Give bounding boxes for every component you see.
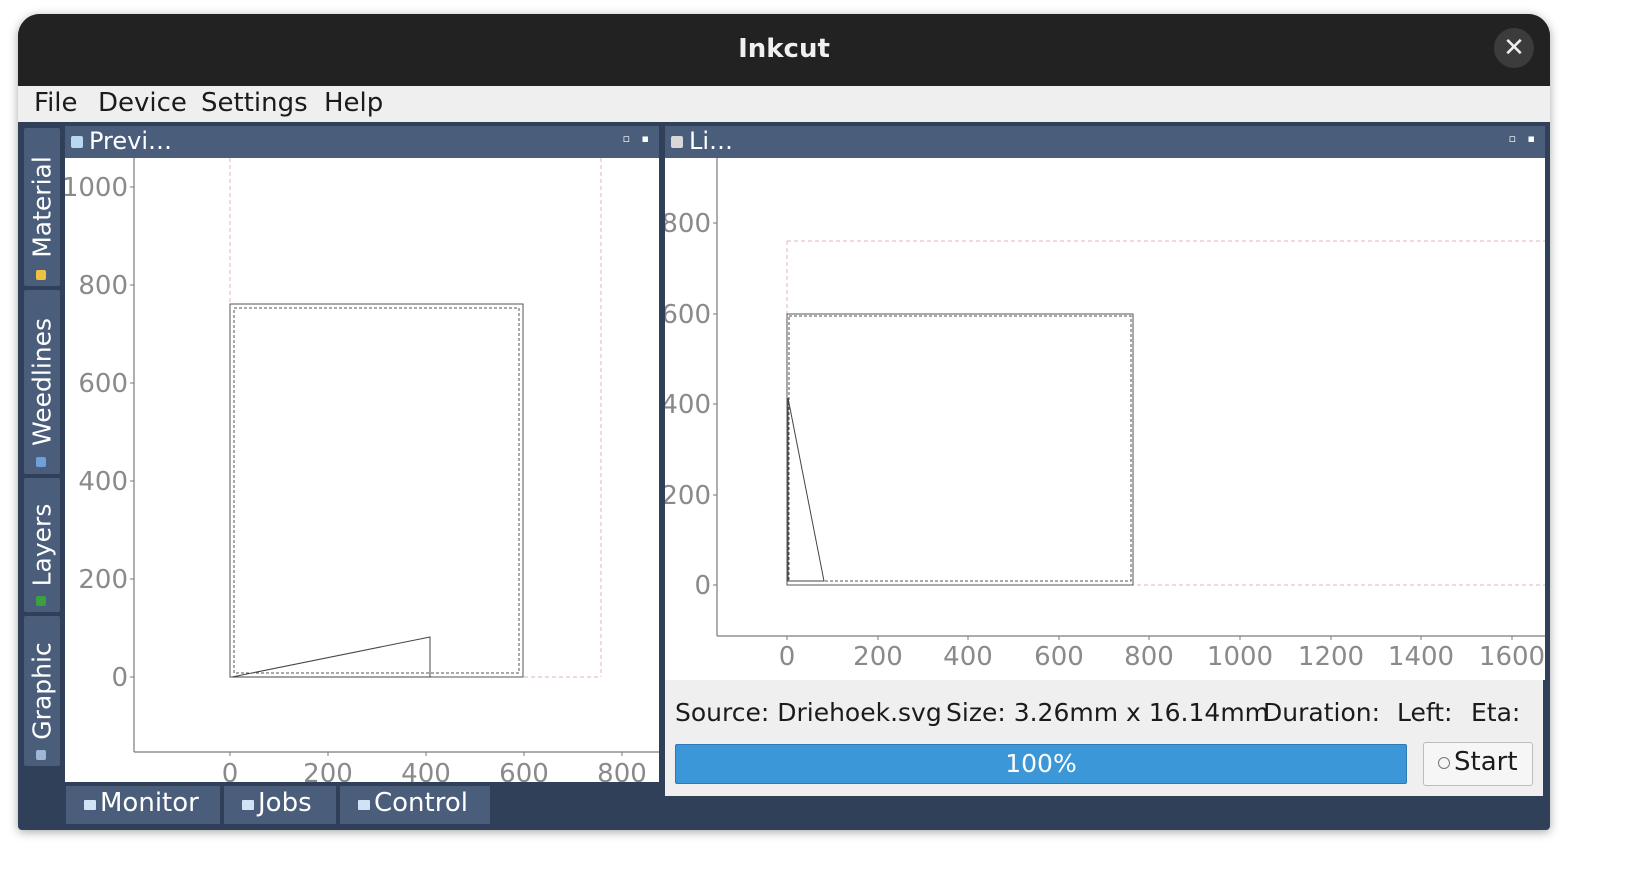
progress-row: 100% Start bbox=[665, 728, 1543, 796]
tab-graphic[interactable]: Graphic bbox=[24, 616, 60, 766]
tab-layers[interactable]: Layers bbox=[24, 478, 60, 612]
live-x-tick: 1400 bbox=[1388, 642, 1454, 672]
jobs-icon bbox=[242, 800, 254, 810]
live-x-tick: 1000 bbox=[1207, 642, 1273, 672]
status-left: Left: bbox=[1397, 698, 1453, 727]
preview-x-tick: 0 bbox=[222, 759, 239, 782]
tab-material-label: Material bbox=[27, 156, 57, 258]
tab-weedlines[interactable]: Weedlines bbox=[24, 290, 60, 474]
live-y-tick: 400 bbox=[665, 390, 711, 420]
tab-jobs[interactable]: Jobs bbox=[224, 786, 336, 824]
weedlines-icon bbox=[36, 457, 46, 467]
layers-icon bbox=[36, 596, 46, 606]
title-bar: Inkcut ✕ bbox=[18, 14, 1550, 86]
live-y-tick: 600 bbox=[665, 300, 711, 330]
tab-material[interactable]: Material bbox=[24, 128, 60, 286]
tab-monitor[interactable]: Monitor bbox=[66, 786, 220, 824]
job-status-bar: Source: Driehoek.svg Size: 3.26mm x 16.1… bbox=[665, 680, 1543, 728]
start-button-label: Start bbox=[1454, 747, 1518, 777]
tab-control-label: Control bbox=[374, 788, 468, 818]
live-y-tick: 0 bbox=[694, 571, 711, 601]
menu-file[interactable]: File bbox=[34, 88, 78, 118]
menu-device[interactable]: Device bbox=[98, 88, 187, 118]
tab-weedlines-label: Weedlines bbox=[27, 317, 57, 447]
preview-x-tick: 600 bbox=[499, 759, 549, 782]
live-y-tick: 800 bbox=[665, 209, 711, 239]
side-tab-bar: Material Weedlines Layers Graphic bbox=[24, 128, 61, 768]
status-size: Size: 3.26mm x 16.14mm bbox=[946, 698, 1270, 727]
live-dock: Li… ▫ ▪ 800 600 400 200 0 0 200 400 600 … bbox=[665, 126, 1545, 680]
job-bounds bbox=[229, 303, 524, 678]
close-button[interactable]: ✕ bbox=[1494, 28, 1534, 68]
menu-help[interactable]: Help bbox=[324, 88, 383, 118]
material-icon bbox=[36, 270, 46, 280]
live-x-tick: 800 bbox=[1124, 642, 1174, 672]
live-x-tick: 0 bbox=[779, 642, 796, 672]
preview-x-tick: 400 bbox=[401, 759, 451, 782]
preview-x-tick: 800 bbox=[597, 759, 647, 782]
preview-y-tick: 800 bbox=[78, 271, 128, 301]
preview-plot[interactable]: 1000 800 600 400 200 0 0 200 400 600 800 bbox=[65, 158, 659, 782]
live-x-tick: 400 bbox=[943, 642, 993, 672]
app-window: Inkcut ✕ File Device Settings Help Mater… bbox=[18, 14, 1550, 830]
preview-dock-titlebar[interactable]: Previ… ▫ ▪ bbox=[65, 126, 659, 158]
status-eta: Eta: bbox=[1471, 698, 1521, 727]
preview-dock: Previ… ▫ ▪ 1000 800 600 400 200 0 0 200 bbox=[65, 126, 659, 782]
dock-float-close-buttons[interactable]: ▫ ▪ bbox=[1509, 132, 1539, 145]
live-dock-title: Li… bbox=[689, 127, 734, 155]
status-source: Source: Driehoek.svg bbox=[675, 698, 942, 727]
preview-y-tick: 1000 bbox=[65, 173, 128, 203]
status-duration: Duration: bbox=[1263, 698, 1381, 727]
preview-y-tick: 600 bbox=[78, 369, 128, 399]
job-bounds-dashed bbox=[233, 307, 520, 674]
live-x-tick: 1200 bbox=[1298, 642, 1364, 672]
preview-icon bbox=[71, 136, 83, 148]
preview-x-tick: 200 bbox=[303, 759, 353, 782]
preview-dock-title: Previ… bbox=[89, 127, 173, 155]
preview-y-tick: 400 bbox=[78, 467, 128, 497]
window-title: Inkcut bbox=[738, 34, 830, 64]
triangle-shape bbox=[787, 397, 825, 582]
menu-settings[interactable]: Settings bbox=[201, 88, 308, 118]
preview-y-tick: 200 bbox=[78, 565, 128, 595]
graphic-icon bbox=[36, 750, 46, 760]
live-y-tick: 200 bbox=[665, 481, 711, 511]
dock-float-close-buttons[interactable]: ▫ ▪ bbox=[623, 132, 653, 145]
live-plot[interactable]: 800 600 400 200 0 0 200 400 600 800 1000… bbox=[665, 158, 1545, 680]
start-button[interactable]: Start bbox=[1423, 742, 1533, 786]
job-bounds bbox=[786, 313, 1134, 586]
play-icon bbox=[1438, 757, 1450, 769]
tab-layers-label: Layers bbox=[27, 503, 57, 587]
live-x-tick: 600 bbox=[1034, 642, 1084, 672]
close-icon: ✕ bbox=[1503, 33, 1525, 63]
live-dock-titlebar[interactable]: Li… ▫ ▪ bbox=[665, 126, 1545, 158]
menu-bar: File Device Settings Help bbox=[18, 86, 1550, 122]
tab-jobs-label: Jobs bbox=[258, 788, 312, 818]
progress-label: 100% bbox=[1005, 749, 1077, 778]
triangle-shape bbox=[231, 636, 431, 678]
printer-icon bbox=[671, 136, 683, 148]
job-progress-bar: 100% bbox=[675, 744, 1407, 784]
tab-monitor-label: Monitor bbox=[100, 788, 199, 818]
tab-graphic-label: Graphic bbox=[27, 642, 57, 740]
tab-control[interactable]: Control bbox=[340, 786, 490, 824]
control-icon bbox=[358, 800, 370, 810]
preview-y-tick: 0 bbox=[111, 663, 128, 693]
live-x-tick: 200 bbox=[853, 642, 903, 672]
monitor-icon bbox=[84, 800, 96, 810]
job-bounds-dashed bbox=[788, 315, 1132, 582]
live-x-tick: 1600 bbox=[1479, 642, 1545, 672]
